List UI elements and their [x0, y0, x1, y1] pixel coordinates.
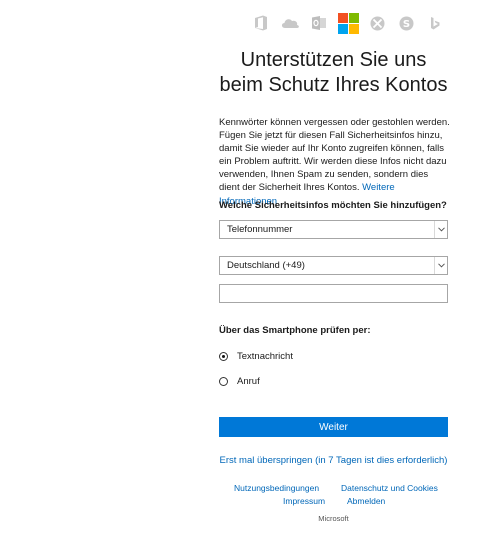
description: Kennwörter können vergessen oder gestohl…	[219, 116, 451, 208]
skype-icon: S	[393, 10, 419, 36]
skip-link[interactable]: Erst mal überspringen (in 7 Tagen ist di…	[219, 455, 448, 466]
chevron-down-icon	[434, 257, 447, 274]
radio-option-sms[interactable]: Textnachricht	[219, 351, 293, 362]
svg-text:S: S	[402, 19, 409, 30]
bing-icon	[422, 10, 448, 36]
privacy-link[interactable]: Datenschutz und Cookies	[341, 483, 438, 493]
outlook-icon	[306, 10, 332, 36]
microsoft-brand-text: Microsoft	[318, 514, 349, 523]
page-title: Unterstützen Sie uns beim Schutz Ihres K…	[219, 48, 448, 98]
verify-method-label: Über das Smartphone prüfen per:	[219, 325, 371, 336]
microsoft-logo	[335, 10, 361, 36]
country-code-value: Deutschland (+49)	[227, 260, 305, 271]
security-info-question: Welche Sicherheitsinfos möchten Sie hinz…	[219, 200, 447, 211]
radio-option-call[interactable]: Anruf	[219, 376, 260, 387]
radio-unselected-icon[interactable]	[219, 377, 228, 386]
page-title-line-1: Unterstützen Sie uns	[240, 49, 427, 71]
imprint-link[interactable]: Impressum	[283, 496, 325, 506]
security-info-type-value: Telefonnummer	[227, 224, 293, 235]
product-icon-bar: S	[248, 10, 451, 36]
chevron-down-icon	[434, 221, 447, 238]
phone-number-input[interactable]	[219, 284, 448, 303]
onedrive-icon	[277, 10, 303, 36]
country-code-select[interactable]: Deutschland (+49)	[219, 256, 448, 275]
security-info-type-select[interactable]: Telefonnummer	[219, 220, 448, 239]
page-title-line-2: beim Schutz Ihres Kontos	[219, 74, 448, 96]
next-button[interactable]: Weiter	[219, 417, 448, 437]
radio-call-label: Anruf	[237, 376, 260, 387]
radio-sms-label: Textnachricht	[237, 351, 293, 362]
signout-link[interactable]: Abmelden	[347, 496, 385, 506]
xbox-icon	[364, 10, 390, 36]
office-icon	[248, 10, 274, 36]
terms-link[interactable]: Nutzungsbedingungen	[234, 483, 319, 493]
description-text: Kennwörter können vergessen oder gestohl…	[219, 117, 450, 194]
radio-selected-icon[interactable]	[219, 352, 228, 361]
